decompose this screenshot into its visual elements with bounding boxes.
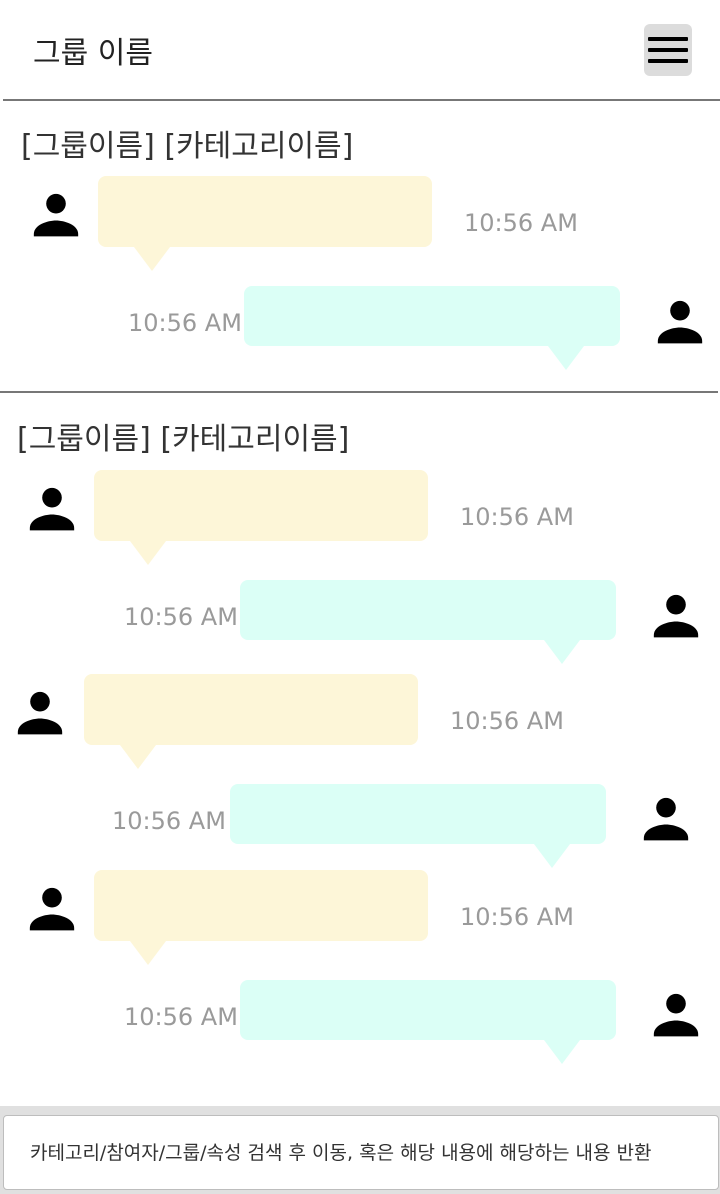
bubble-tail xyxy=(544,1040,580,1064)
message-timestamp: 10:56 AM xyxy=(112,807,226,835)
menu-icon-bar xyxy=(648,37,688,41)
message-bubble[interactable] xyxy=(98,176,432,247)
user-avatar-icon[interactable] xyxy=(648,586,704,642)
user-avatar-icon[interactable] xyxy=(24,879,80,935)
message-bubble[interactable] xyxy=(240,980,616,1040)
bubble-tail xyxy=(534,844,570,868)
search-placeholder: 카테고리/참여자/그룹/속성 검색 후 이동, 혹은 해당 내용에 해당하는 내… xyxy=(30,1142,652,1164)
bubble-tail xyxy=(130,541,166,565)
hamburger-menu-button[interactable] xyxy=(644,24,692,76)
section-divider xyxy=(0,391,718,393)
message-bubble[interactable] xyxy=(244,286,620,346)
app-header: 그룹 이름 xyxy=(0,0,720,101)
page-title: 그룹 이름 xyxy=(33,36,153,71)
user-avatar-icon[interactable] xyxy=(28,185,84,241)
user-avatar-icon[interactable] xyxy=(24,479,80,535)
bubble-tail xyxy=(120,745,156,769)
message-bubble[interactable] xyxy=(94,470,428,541)
message-timestamp: 10:56 AM xyxy=(464,209,578,237)
message-timestamp: 10:56 AM xyxy=(460,503,574,531)
menu-icon-bar xyxy=(648,59,688,63)
message-bubble[interactable] xyxy=(240,580,616,640)
bubble-tail xyxy=(134,247,170,271)
bottom-search-bar: 카테고리/참여자/그룹/속성 검색 후 이동, 혹은 해당 내용에 해당하는 내… xyxy=(0,1106,720,1194)
message-timestamp: 10:56 AM xyxy=(128,309,242,337)
bubble-tail xyxy=(544,640,580,664)
section-title: [그룹이름] [카테고리이름] xyxy=(21,129,354,164)
message-bubble[interactable] xyxy=(94,870,428,941)
message-timestamp: 10:56 AM xyxy=(124,603,238,631)
message-bubble[interactable] xyxy=(84,674,418,745)
message-timestamp: 10:56 AM xyxy=(460,903,574,931)
user-avatar-icon[interactable] xyxy=(638,789,694,845)
menu-icon-bar xyxy=(648,48,688,52)
search-input[interactable]: 카테고리/참여자/그룹/속성 검색 후 이동, 혹은 해당 내용에 해당하는 내… xyxy=(3,1115,719,1190)
section-title: [그룹이름] [카테고리이름] xyxy=(17,422,350,457)
message-bubble[interactable] xyxy=(230,784,606,844)
user-avatar-icon[interactable] xyxy=(648,985,704,1041)
bubble-tail xyxy=(548,346,584,370)
user-avatar-icon[interactable] xyxy=(12,683,68,739)
message-timestamp: 10:56 AM xyxy=(124,1003,238,1031)
header-divider xyxy=(3,99,720,101)
message-timestamp: 10:56 AM xyxy=(450,707,564,735)
user-avatar-icon[interactable] xyxy=(652,292,708,348)
bubble-tail xyxy=(130,941,166,965)
